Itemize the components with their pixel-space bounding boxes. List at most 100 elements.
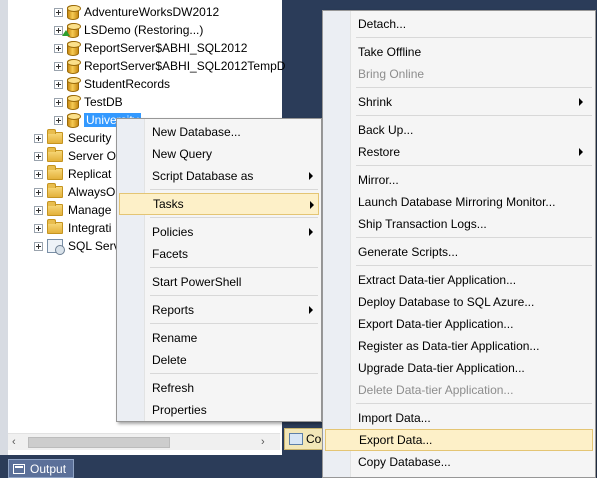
menu-item-label: Shrink	[358, 95, 393, 109]
output-tab-label: Output	[30, 461, 67, 476]
menu-item-policies[interactable]: Policies	[119, 221, 319, 243]
tree-node-sql-server-agent[interactable]: SQL Serv	[34, 237, 120, 255]
tree-node-replication[interactable]: Replicat	[34, 165, 111, 183]
folder-icon	[47, 201, 63, 216]
menu-item-generate-scripts[interactable]: Generate Scripts...	[325, 241, 593, 263]
database-icon	[67, 4, 81, 20]
menu-item-restore[interactable]: Restore	[325, 141, 593, 163]
menu-item-reports[interactable]: Reports	[119, 299, 319, 321]
menu-item-label: Refresh	[152, 381, 195, 395]
tasks-submenu: Detach... Take Offline Bring Online Shri…	[322, 10, 596, 478]
tree-node-label: SQL Serv	[68, 239, 120, 253]
expand-icon[interactable]	[34, 169, 43, 179]
menu-separator	[356, 265, 592, 266]
menu-item-label: Delete Data-tier Application...	[358, 383, 514, 397]
menu-item-rename[interactable]: Rename	[119, 327, 319, 349]
menu-item-shrink[interactable]: Shrink	[325, 91, 593, 113]
tree-node-testdb[interactable]: TestDB	[54, 93, 123, 111]
tree-node-label: Manage	[68, 203, 112, 217]
menu-item-take-offline[interactable]: Take Offline	[325, 41, 593, 63]
scrollbar-thumb[interactable]	[28, 437, 170, 448]
menu-item-start-powershell[interactable]: Start PowerShell	[119, 271, 319, 293]
tree-node-management[interactable]: Manage	[34, 201, 111, 219]
menu-item-properties[interactable]: Properties	[119, 399, 319, 421]
folder-icon	[47, 219, 63, 234]
folder-icon	[47, 165, 63, 180]
menu-item-label: Detach...	[358, 17, 407, 31]
status-item-label: Co	[306, 432, 322, 446]
tree-node-adventureworksdw2012[interactable]: AdventureWorksDW2012	[54, 3, 219, 21]
menu-item-launch-mirroring-monitor[interactable]: Launch Database Mirroring Monitor...	[325, 191, 593, 213]
menu-item-upgrade-data-tier-application[interactable]: Upgrade Data-tier Application...	[325, 357, 593, 379]
expand-icon[interactable]	[54, 61, 63, 71]
menu-separator	[150, 217, 318, 218]
folder-icon	[47, 129, 63, 144]
window-icon	[289, 433, 303, 445]
expand-icon[interactable]	[54, 97, 63, 107]
menu-separator	[356, 403, 592, 404]
expand-icon[interactable]	[34, 187, 43, 197]
tree-node-alwayson[interactable]: AlwaysO	[34, 183, 115, 201]
expand-icon[interactable]	[34, 205, 43, 215]
expand-icon[interactable]	[54, 7, 63, 17]
menu-item-label: Deploy Database to SQL Azure...	[358, 295, 535, 309]
menu-separator	[150, 323, 318, 324]
panel-edge	[0, 0, 8, 455]
arrow-right-icon[interactable]: ›	[261, 436, 273, 448]
menu-item-label: Take Offline	[358, 45, 422, 59]
expand-icon[interactable]	[54, 79, 63, 89]
tree-node-server-objects[interactable]: Server O	[34, 147, 116, 165]
expand-icon[interactable]	[34, 133, 43, 143]
menu-item-new-database[interactable]: New Database...	[119, 121, 319, 143]
menu-item-mirror[interactable]: Mirror...	[325, 169, 593, 191]
menu-item-register-data-tier-application[interactable]: Register as Data-tier Application...	[325, 335, 593, 357]
tree-node-reportserver-tempdb[interactable]: ReportServer$ABHI_SQL2012TempD	[54, 57, 285, 75]
tree-node-label: TestDB	[84, 95, 123, 109]
expand-icon[interactable]	[34, 223, 43, 233]
menu-item-copy-database[interactable]: Copy Database...	[325, 451, 593, 473]
output-tab[interactable]: Output	[8, 459, 74, 478]
database-icon	[67, 58, 81, 74]
database-icon	[67, 76, 81, 92]
horizontal-scrollbar[interactable]: ‹ ›	[8, 433, 280, 450]
expand-icon[interactable]	[54, 115, 63, 125]
menu-item-label: Mirror...	[358, 173, 399, 187]
expand-icon[interactable]	[34, 151, 43, 161]
menu-item-label: Back Up...	[358, 123, 414, 137]
tree-node-security[interactable]: Security	[34, 129, 111, 147]
tree-node-integration-services[interactable]: Integrati	[34, 219, 111, 237]
expand-icon[interactable]	[34, 241, 43, 251]
menu-item-deploy-to-sql-azure[interactable]: Deploy Database to SQL Azure...	[325, 291, 593, 313]
tree-node-label: ReportServer$ABHI_SQL2012	[84, 41, 248, 55]
menu-item-facets[interactable]: Facets	[119, 243, 319, 265]
menu-item-ship-transaction-logs[interactable]: Ship Transaction Logs...	[325, 213, 593, 235]
tree-node-reportserver[interactable]: ReportServer$ABHI_SQL2012	[54, 39, 247, 57]
menu-item-refresh[interactable]: Refresh	[119, 377, 319, 399]
menu-item-export-data-tier-application[interactable]: Export Data-tier Application...	[325, 313, 593, 335]
folder-icon	[47, 183, 63, 198]
tree-node-lsdemo[interactable]: LSDemo (Restoring...)	[54, 21, 203, 39]
arrow-left-icon[interactable]: ‹	[12, 436, 24, 448]
menu-item-delete[interactable]: Delete	[119, 349, 319, 371]
tree-node-label: Replicat	[68, 167, 112, 181]
menu-item-label: Copy Database...	[358, 455, 451, 469]
menu-item-new-query[interactable]: New Query	[119, 143, 319, 165]
menu-separator	[150, 295, 318, 296]
menu-item-back-up[interactable]: Back Up...	[325, 119, 593, 141]
menu-separator	[356, 237, 592, 238]
submenu-arrow-icon	[579, 148, 583, 156]
menu-item-tasks[interactable]: Tasks	[119, 193, 319, 215]
menu-item-label: Start PowerShell	[152, 275, 242, 289]
menu-item-detach[interactable]: Detach...	[325, 13, 593, 35]
menu-item-export-data[interactable]: Export Data...	[325, 429, 593, 451]
tree-node-label: StudentRecords	[84, 77, 171, 91]
tree-node-label: AdventureWorksDW2012	[84, 5, 220, 19]
menu-separator	[356, 87, 592, 88]
tree-node-studentrecords[interactable]: StudentRecords	[54, 75, 170, 93]
menu-item-script-database-as[interactable]: Script Database as	[119, 165, 319, 187]
menu-item-extract-data-tier-application[interactable]: Extract Data-tier Application...	[325, 269, 593, 291]
menu-item-label: Export Data...	[359, 433, 433, 447]
menu-item-import-data[interactable]: Import Data...	[325, 407, 593, 429]
status-item[interactable]: Co	[284, 428, 324, 450]
expand-icon[interactable]	[54, 43, 63, 53]
